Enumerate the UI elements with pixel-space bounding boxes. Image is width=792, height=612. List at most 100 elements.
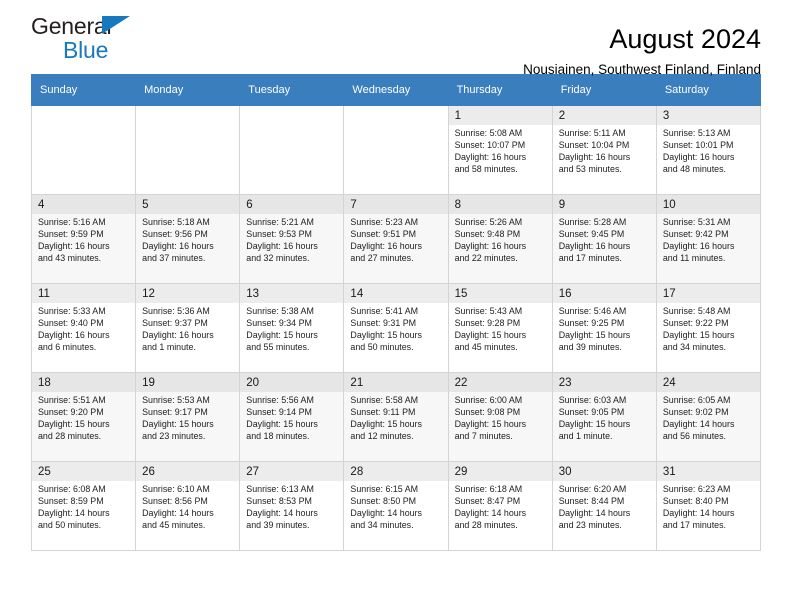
day-details: Sunrise: 5:43 AM Sunset: 9:28 PM Daylight:… bbox=[449, 303, 552, 353]
daylight-text-line1: Daylight: 15 hours bbox=[246, 419, 318, 430]
calendar-day-cell[interactable]: 20 Sunrise: 5:56 AM Sunset: 9:14 PM Dayligh… bbox=[239, 372, 345, 462]
day-details: Sunrise: 5:18 AM Sunset: 9:56 PM Daylight:… bbox=[136, 214, 239, 264]
day-details: Sunrise: 5:13 AM Sunset: 10:01 PM Daylight… bbox=[657, 125, 760, 175]
sunset-text: Sunset: 8:59 PM bbox=[38, 496, 104, 507]
calendar-day-cell[interactable]: 10 Sunrise: 5:31 AM Sunset: 9:42 PM Dayligh… bbox=[655, 194, 762, 284]
sunrise-text: Sunrise: 6:03 AM bbox=[558, 395, 627, 405]
daylight-text-line2: and 17 minutes. bbox=[558, 253, 622, 264]
calendar-day-cell[interactable]: 9 Sunrise: 5:28 AM Sunset: 9:45 PM Daylight… bbox=[551, 194, 657, 284]
calendar-day-cell[interactable]: 6 Sunrise: 5:21 AM Sunset: 9:53 PM Daylight… bbox=[239, 194, 345, 284]
day-details: Sunrise: 5:41 AM Sunset: 9:31 PM Daylight:… bbox=[344, 303, 447, 353]
day-details: Sunrise: 6:20 AM Sunset: 8:44 PM Daylight:… bbox=[553, 481, 656, 531]
day-number: 6 bbox=[240, 195, 344, 214]
daylight-text-line1: Daylight: 15 hours bbox=[38, 419, 110, 430]
sunset-text: Sunset: 8:50 PM bbox=[350, 496, 417, 507]
sunset-text: Sunset: 9:51 PM bbox=[350, 229, 417, 240]
day-details: Sunrise: 5:31 AM Sunset: 9:42 PM Daylight:… bbox=[657, 214, 760, 264]
calendar-day-cell[interactable]: 27 Sunrise: 6:13 AM Sunset: 8:53 PM Dayligh… bbox=[239, 461, 345, 551]
calendar-day-cell[interactable]: 4 Sunrise: 5:16 AM Sunset: 9:59 PM Daylight… bbox=[30, 194, 137, 284]
daylight-text-line1: Daylight: 14 hours bbox=[142, 508, 214, 519]
daylight-text-line1: Daylight: 15 hours bbox=[142, 419, 214, 430]
calendar-day-cell[interactable]: 16 Sunrise: 5:46 AM Sunset: 9:25 PM Dayligh… bbox=[551, 283, 657, 373]
page-header: General Blue August 2024 Nousiainen, Sou… bbox=[31, 0, 761, 77]
calendar-day-cell[interactable]: 3 Sunrise: 5:13 AM Sunset: 10:01 PM Dayligh… bbox=[655, 105, 762, 195]
calendar-day-cell[interactable]: 14 Sunrise: 5:41 AM Sunset: 9:31 PM Dayligh… bbox=[343, 283, 449, 373]
daylight-text-line2: and 58 minutes. bbox=[454, 164, 518, 175]
day-details: Sunrise: 5:58 AM Sunset: 9:11 PM Daylight:… bbox=[344, 392, 447, 442]
daylight-text-line2: and 27 minutes. bbox=[350, 253, 414, 264]
calendar-day-cell[interactable]: 13 Sunrise: 5:38 AM Sunset: 9:34 PM Dayligh… bbox=[239, 283, 345, 373]
day-number: 17 bbox=[656, 284, 760, 303]
day-details: Sunrise: 5:08 AM Sunset: 10:07 PM Daylight… bbox=[449, 125, 552, 175]
sunset-text: Sunset: 9:40 PM bbox=[38, 318, 104, 329]
sunset-text: Sunset: 10:01 PM bbox=[662, 140, 734, 151]
daylight-text-line2: and 45 minutes. bbox=[454, 342, 518, 353]
calendar-day-cell[interactable]: 23 Sunrise: 6:03 AM Sunset: 9:05 PM Dayligh… bbox=[551, 372, 657, 462]
calendar-day-cell[interactable]: 26 Sunrise: 6:10 AM Sunset: 8:56 PM Dayligh… bbox=[135, 461, 241, 551]
daylight-text-line2: and 6 minutes. bbox=[38, 342, 97, 353]
day-details: Sunrise: 5:16 AM Sunset: 9:59 PM Daylight:… bbox=[32, 214, 135, 264]
calendar-day-cell[interactable]: 8 Sunrise: 5:26 AM Sunset: 9:48 PM Daylight… bbox=[447, 194, 553, 284]
daylight-text-line2: and 32 minutes. bbox=[246, 253, 310, 264]
daylight-text-line1: Daylight: 15 hours bbox=[350, 419, 422, 430]
calendar-day-cell[interactable]: 15 Sunrise: 5:43 AM Sunset: 9:28 PM Dayligh… bbox=[447, 283, 553, 373]
day-details: Sunrise: 6:23 AM Sunset: 8:40 PM Daylight:… bbox=[657, 481, 760, 531]
day-details: Sunrise: 5:56 AM Sunset: 9:14 PM Daylight:… bbox=[240, 392, 343, 442]
calendar-day-cell[interactable]: 11 Sunrise: 5:33 AM Sunset: 9:40 PM Dayligh… bbox=[30, 283, 137, 373]
calendar-day-cell[interactable]: 18 Sunrise: 5:51 AM Sunset: 9:20 PM Dayligh… bbox=[30, 372, 137, 462]
daylight-text-line2: and 28 minutes. bbox=[454, 520, 518, 531]
weekday-header-monday: Monday bbox=[135, 74, 241, 106]
calendar-day-cell[interactable]: 28 Sunrise: 6:15 AM Sunset: 8:50 PM Dayligh… bbox=[343, 461, 449, 551]
daylight-text-line2: and 11 minutes. bbox=[662, 253, 726, 264]
day-number: 5 bbox=[136, 195, 240, 214]
daylight-text-line2: and 50 minutes. bbox=[350, 342, 414, 353]
calendar-day-cell[interactable]: 1 Sunrise: 5:08 AM Sunset: 10:07 PM Dayligh… bbox=[447, 105, 553, 195]
daylight-text-line1: Daylight: 16 hours bbox=[558, 152, 631, 163]
daylight-text-line1: Daylight: 16 hours bbox=[142, 330, 214, 341]
weekday-header-saturday: Saturday bbox=[655, 74, 762, 106]
day-details: Sunrise: 6:13 AM Sunset: 8:53 PM Daylight:… bbox=[240, 481, 343, 531]
day-number: 27 bbox=[240, 462, 344, 481]
sunset-text: Sunset: 8:40 PM bbox=[662, 496, 729, 507]
weekday-header-wednesday: Wednesday bbox=[343, 74, 449, 106]
sunrise-text: Sunrise: 6:23 AM bbox=[662, 484, 731, 494]
logo-text-blue: Blue bbox=[63, 37, 109, 63]
sunset-text: Sunset: 9:28 PM bbox=[454, 318, 521, 329]
calendar-day-cell[interactable]: 31 Sunrise: 6:23 AM Sunset: 8:40 PM Dayligh… bbox=[655, 461, 762, 551]
calendar-day-cell[interactable]: 30 Sunrise: 6:20 AM Sunset: 8:44 PM Dayligh… bbox=[551, 461, 657, 551]
day-number: 13 bbox=[240, 284, 344, 303]
daylight-text-line2: and 23 minutes. bbox=[142, 431, 206, 442]
calendar-day-cell[interactable]: 12 Sunrise: 5:36 AM Sunset: 9:37 PM Dayligh… bbox=[135, 283, 241, 373]
sunset-text: Sunset: 10:07 PM bbox=[454, 140, 526, 151]
calendar-table: Sunday Monday Tuesday Wednesday Thursday Frid… bbox=[30, 74, 762, 551]
calendar-day-cell[interactable]: 7 Sunrise: 5:23 AM Sunset: 9:51 PM Daylight… bbox=[343, 194, 449, 284]
sunrise-text: Sunrise: 5:23 AM bbox=[350, 217, 419, 227]
day-details: Sunrise: 5:53 AM Sunset: 9:17 PM Daylight:… bbox=[136, 392, 239, 442]
sunset-text: Sunset: 9:31 PM bbox=[350, 318, 417, 329]
weekday-header-friday: Friday bbox=[551, 74, 657, 106]
day-number: 25 bbox=[32, 462, 136, 481]
sunset-text: Sunset: 9:48 PM bbox=[454, 229, 521, 240]
calendar-day-cell[interactable]: 22 Sunrise: 6:00 AM Sunset: 9:08 PM Dayligh… bbox=[447, 372, 553, 462]
calendar-cell-empty bbox=[30, 105, 137, 195]
calendar-day-cell[interactable]: 17 Sunrise: 5:48 AM Sunset: 9:22 PM Dayligh… bbox=[655, 283, 762, 373]
daylight-text-line1: Daylight: 14 hours bbox=[662, 419, 735, 430]
day-details: Sunrise: 5:23 AM Sunset: 9:51 PM Daylight:… bbox=[344, 214, 447, 264]
sunset-text: Sunset: 8:53 PM bbox=[246, 496, 312, 507]
calendar-day-cell[interactable]: 19 Sunrise: 5:53 AM Sunset: 9:17 PM Dayligh… bbox=[135, 372, 241, 462]
calendar-day-cell[interactable]: 29 Sunrise: 6:18 AM Sunset: 8:47 PM Dayligh… bbox=[447, 461, 553, 551]
sunrise-text: Sunrise: 6:20 AM bbox=[558, 484, 627, 494]
sunrise-text: Sunrise: 5:33 AM bbox=[38, 306, 106, 316]
calendar-cell-empty bbox=[239, 105, 345, 195]
daylight-text-line1: Daylight: 15 hours bbox=[454, 330, 527, 341]
calendar-day-cell[interactable]: 5 Sunrise: 5:18 AM Sunset: 9:56 PM Daylight… bbox=[135, 194, 241, 284]
sunset-text: Sunset: 8:56 PM bbox=[142, 496, 208, 507]
weekday-header-thursday: Thursday bbox=[447, 74, 553, 106]
daylight-text-line1: Daylight: 14 hours bbox=[246, 508, 318, 519]
calendar-day-cell[interactable]: 25 Sunrise: 6:08 AM Sunset: 8:59 PM Dayligh… bbox=[30, 461, 137, 551]
calendar-day-cell[interactable]: 21 Sunrise: 5:58 AM Sunset: 9:11 PM Dayligh… bbox=[343, 372, 449, 462]
general-blue-logo[interactable]: General Blue bbox=[31, 14, 251, 68]
day-number: 2 bbox=[552, 106, 656, 125]
calendar-day-cell[interactable]: 2 Sunrise: 5:11 AM Sunset: 10:04 PM Dayligh… bbox=[551, 105, 657, 195]
calendar-day-cell[interactable]: 24 Sunrise: 6:05 AM Sunset: 9:02 PM Dayligh… bbox=[655, 372, 762, 462]
